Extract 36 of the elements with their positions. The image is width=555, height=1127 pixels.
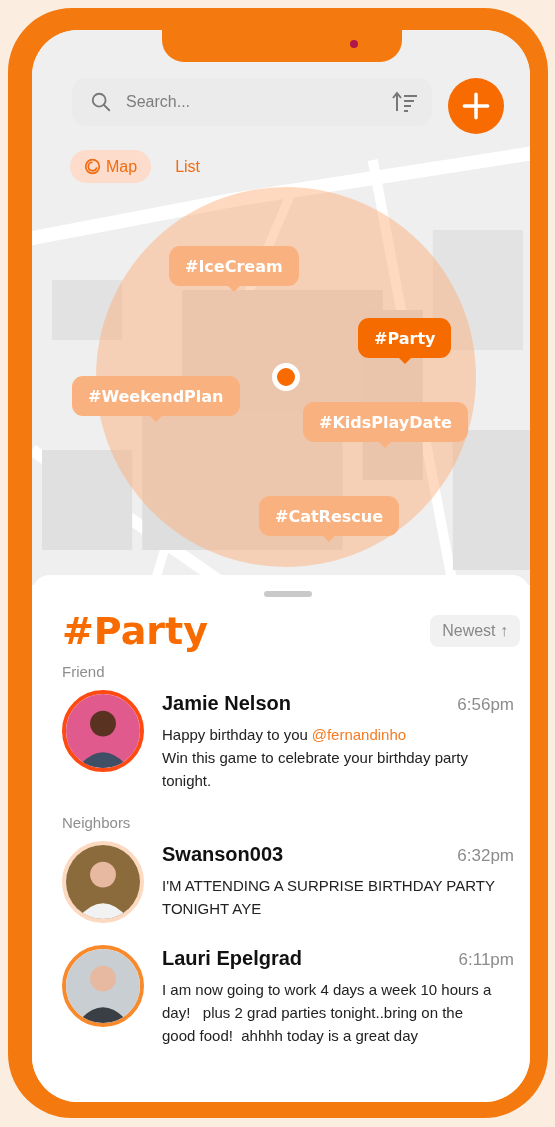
section-label: Neighbors [62, 814, 132, 831]
sort-button[interactable]: Newest ↑ [430, 615, 520, 647]
search-icon [90, 91, 112, 113]
search-input[interactable]: Search... [124, 92, 380, 112]
hashtag-pin[interactable]: #KidsPlayDate [303, 402, 468, 442]
avatar-icon[interactable] [62, 690, 144, 772]
sort-icon[interactable] [392, 91, 418, 113]
post-time: 6:56pm [457, 695, 514, 715]
map-icon [84, 158, 101, 175]
post-time: 6:11pm [458, 950, 514, 970]
section-label: Friend [62, 663, 106, 680]
author-name: Jamie Nelson [162, 692, 291, 715]
mention-link[interactable]: @fernandinho [311, 726, 407, 743]
search-field[interactable]: Search... [72, 78, 432, 126]
post-time: 6:32pm [457, 846, 514, 866]
view-tab[interactable]: List [161, 150, 215, 183]
post-text: I'M ATTENDING A SURPRISE BIRTHDAY PARTY TONIGHT AYE [162, 876, 496, 919]
pin-pointer [323, 536, 335, 542]
author-name: Swanson003 [162, 843, 284, 866]
view-tab[interactable]: Map [70, 150, 152, 183]
hashtag-pin[interactable]: #WeekendPlan [72, 376, 240, 416]
pin-pointer [227, 286, 240, 292]
hashtag-pin[interactable]: #IceCream [169, 246, 299, 286]
avatar-icon[interactable] [62, 945, 144, 1027]
post-text: Happy birthday to you @fernandinho Win this game to celebrate your birthday party tonight. [162, 725, 469, 791]
hashtag-pin[interactable]: #Party [358, 318, 452, 358]
feed-title: #Party [62, 609, 208, 653]
pin-pointer [398, 358, 411, 364]
hashtag-pin[interactable]: #CatRescue [259, 496, 399, 536]
plus-icon [462, 92, 490, 120]
author-name: Lauri Epelgrad [162, 947, 303, 970]
pin-pointer [149, 416, 162, 422]
camera-dot [350, 40, 358, 48]
drag-handle[interactable] [264, 591, 312, 597]
post-text: I am now going to work 4 days a week 10 hours a day! plus 2 grad parties tonight..bring on the good food! ahhhh today is a great day [162, 980, 493, 1046]
pin-pointer [379, 442, 392, 448]
